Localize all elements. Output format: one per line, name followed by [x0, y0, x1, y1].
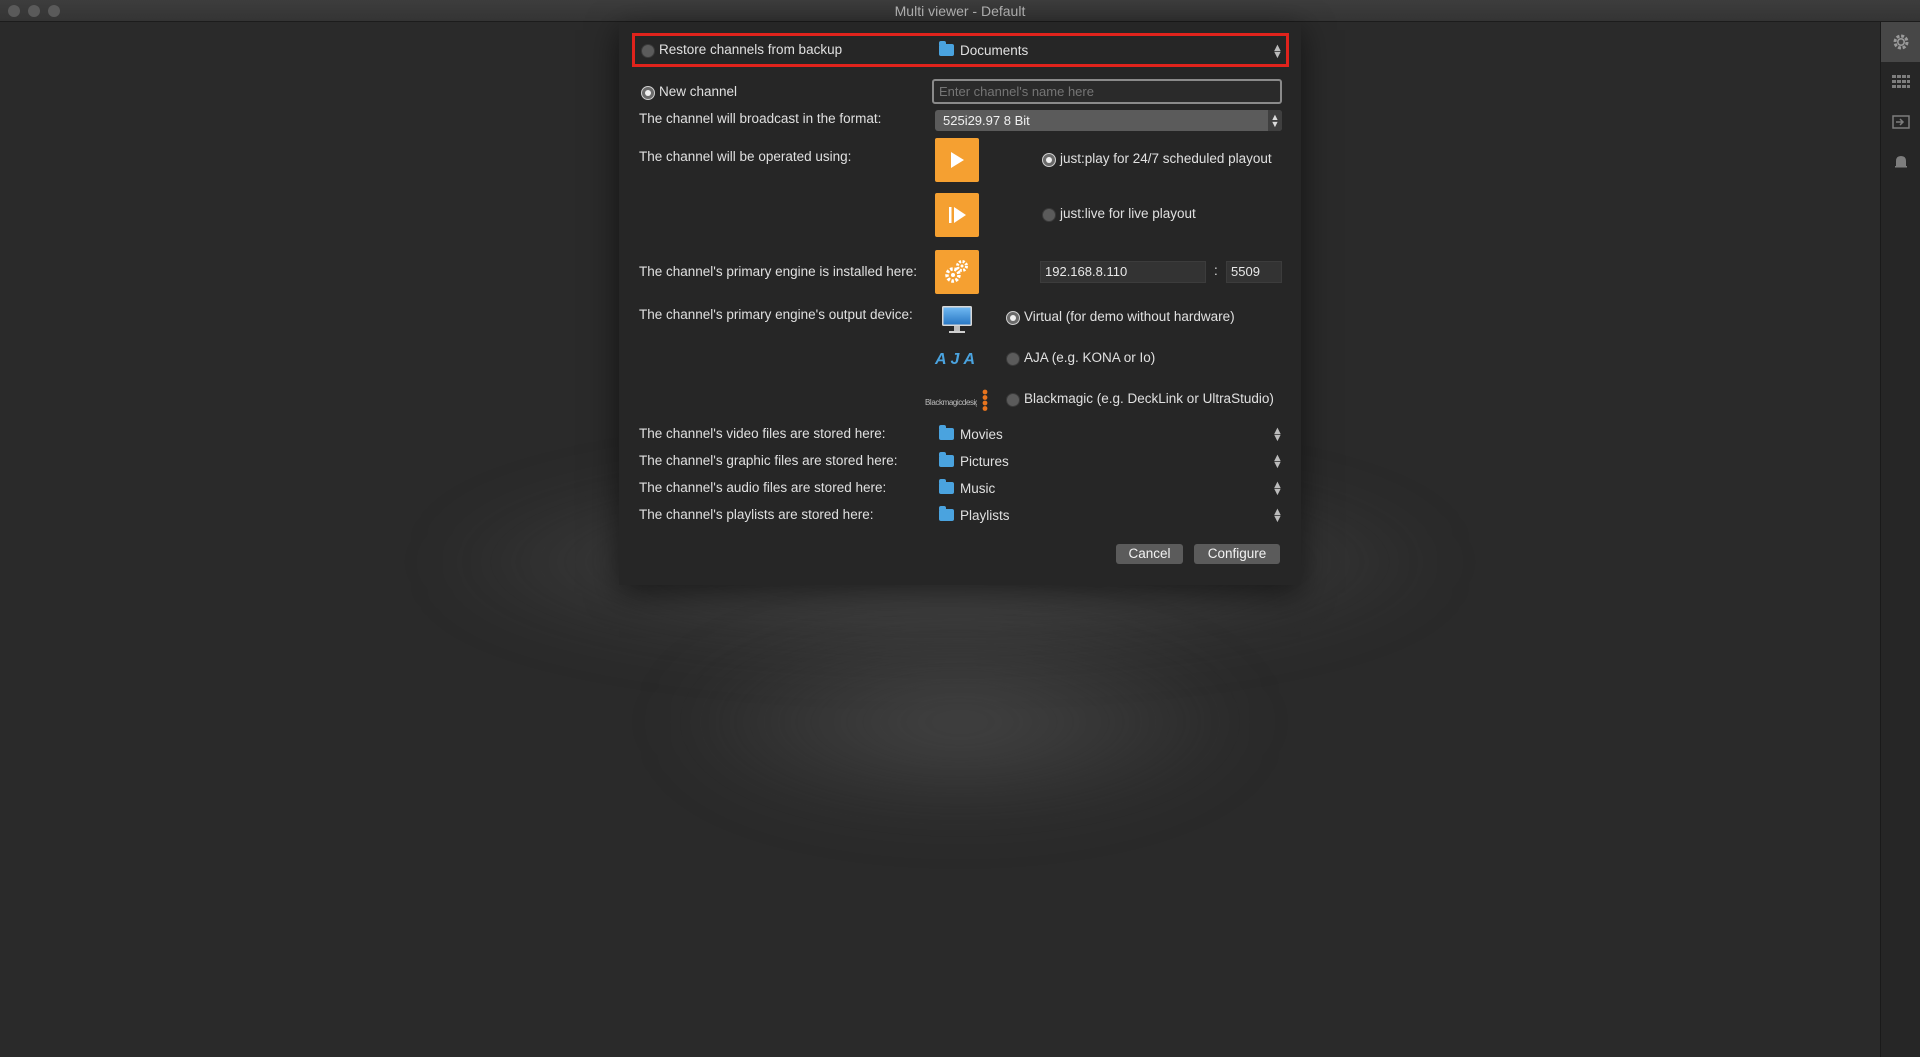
playlists-folder-name: Playlists [960, 508, 1010, 523]
grid-icon [1892, 75, 1910, 88]
bell-icon [1895, 156, 1907, 168]
folder-icon [939, 425, 954, 440]
just-live-label: just:live for live playout [1060, 206, 1196, 221]
folder-icon [939, 452, 954, 467]
audio-storage-label: The channel's audio files are stored her… [639, 480, 887, 495]
graphic-storage-label: The channel's graphic files are stored h… [639, 453, 898, 468]
monitor-icon [942, 306, 972, 333]
just-live-tile[interactable] [935, 193, 979, 237]
aja-logo: AJA [925, 351, 989, 369]
settings-button[interactable] [1881, 22, 1920, 62]
aja-logo-text: AJA [934, 351, 979, 368]
play-icon [951, 152, 964, 168]
virtual-radio[interactable] [1006, 311, 1020, 325]
restore-radio[interactable] [641, 44, 655, 58]
folder-icon [939, 506, 954, 521]
live-play-icon [949, 207, 966, 223]
video-folder-name: Movies [960, 427, 1003, 442]
ip-port-separator: : [1214, 263, 1218, 278]
cancel-button[interactable]: Cancel [1116, 544, 1183, 564]
operated-label: The channel will be operated using: [639, 149, 852, 164]
blackmagic-label: Blackmagic (e.g. DeckLink or UltraStudio… [1024, 391, 1274, 406]
audio-folder-name: Music [960, 481, 996, 496]
chevron-updown-icon: ▲ ▼ [1272, 506, 1283, 525]
engine-gears-icon [945, 260, 968, 283]
playlists-folder-popup[interactable]: Playlists [939, 506, 1010, 523]
blurred-background [660, 622, 1260, 822]
new-channel-radio[interactable] [641, 86, 655, 100]
restore-folder-popup[interactable]: Documents [939, 41, 1029, 58]
just-live-radio[interactable] [1042, 208, 1056, 222]
format-select[interactable]: 525i29.97 8 Bit ▲ ▼ [935, 110, 1282, 131]
blackmagic-radio[interactable] [1006, 393, 1020, 407]
chevron-updown-icon: ▲ ▼ [1272, 42, 1283, 61]
just-play-label: just:play for 24/7 scheduled playout [1060, 151, 1272, 166]
chevron-updown-icon: ▲ ▼ [1272, 452, 1283, 471]
aja-radio[interactable] [1006, 352, 1020, 366]
right-sidebar [1880, 22, 1920, 1057]
blackmagic-logo: Blackmagicdesign [925, 392, 977, 408]
notifications-button[interactable] [1881, 142, 1920, 182]
engine-ip-field[interactable]: 192.168.8.110 [1040, 261, 1206, 283]
just-play-tile[interactable] [935, 138, 979, 182]
window-title: Multi viewer - Default [894, 3, 1026, 19]
gear-icon [1893, 34, 1909, 50]
input-button[interactable] [1881, 102, 1920, 142]
video-folder-popup[interactable]: Movies [939, 425, 1003, 442]
configure-button[interactable]: Configure [1194, 544, 1280, 564]
engine-label: The channel's primary engine is installe… [639, 264, 917, 279]
graphic-folder-popup[interactable]: Pictures [939, 452, 1009, 469]
configure-channel-dialog: Restore channels from backup Documents ▲… [619, 22, 1301, 585]
just-play-radio[interactable] [1042, 153, 1056, 167]
chevron-updown-icon: ▲ ▼ [1272, 479, 1283, 498]
title-bar: Multi viewer - Default [0, 0, 1920, 22]
format-label: The channel will broadcast in the format… [639, 111, 882, 126]
engine-tile[interactable] [935, 250, 979, 294]
graphic-folder-name: Pictures [960, 454, 1009, 469]
engine-port-field[interactable]: 5509 [1226, 261, 1282, 283]
input-icon [1892, 115, 1910, 129]
blackmagic-dots-icon [982, 389, 988, 411]
channel-name-input[interactable] [932, 79, 1282, 104]
folder-icon [939, 41, 954, 56]
aja-label: AJA (e.g. KONA or Io) [1024, 350, 1156, 365]
restore-folder-name: Documents [960, 43, 1029, 58]
format-value: 525i29.97 8 Bit [943, 113, 1030, 128]
grid-view-button[interactable] [1881, 62, 1920, 102]
chevron-updown-icon: ▲ ▼ [1272, 425, 1283, 444]
virtual-label: Virtual (for demo without hardware) [1024, 309, 1235, 324]
restore-label: Restore channels from backup [659, 42, 843, 57]
blackmagic-logo-text: Blackmagicdesign [925, 398, 977, 407]
video-storage-label: The channel's video files are stored her… [639, 426, 886, 441]
playlists-storage-label: The channel's playlists are stored here: [639, 507, 874, 522]
output-label: The channel's primary engine's output de… [639, 307, 913, 322]
stepper-icon: ▲ ▼ [1268, 110, 1282, 131]
folder-icon [939, 479, 954, 494]
new-channel-label: New channel [659, 84, 738, 99]
audio-folder-popup[interactable]: Music [939, 479, 996, 496]
